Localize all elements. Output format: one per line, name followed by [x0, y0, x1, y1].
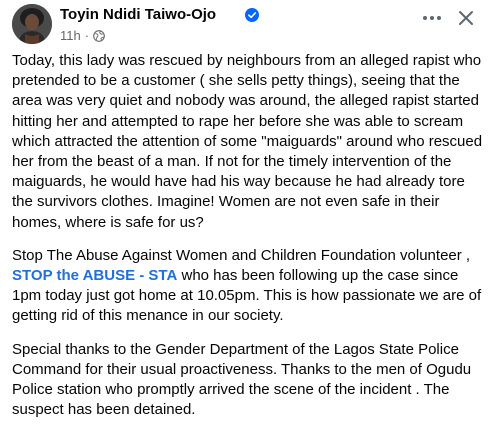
avatar-image — [12, 4, 52, 44]
verified-badge-icon — [245, 8, 259, 22]
globe-icon[interactable] — [93, 29, 105, 42]
post-paragraph: Special thanks to the Gender Department … — [12, 340, 472, 419]
meta-separator: · — [84, 28, 90, 43]
author-name[interactable]: Toyin Ndidi Taiwo-Ojo — [60, 6, 216, 23]
post-paragraph: Today, this lady was rescued by neighbou… — [12, 52, 483, 231]
post-meta: 11h · — [60, 28, 105, 43]
post-paragraph: Stop The Abuse Against Women and Childre… — [12, 246, 488, 327]
page-mention-link[interactable]: STOP the ABUSE - STA — [12, 267, 177, 284]
post-body: Today, this lady was rescued by neighbou… — [12, 51, 488, 433]
more-options-button[interactable] — [418, 4, 446, 32]
avatar[interactable] — [12, 4, 52, 44]
more-options-icon — [423, 16, 441, 20]
facebook-post: Toyin Ndidi Taiwo-Ojo 11h · Today, this … — [0, 0, 496, 421]
close-button[interactable] — [452, 4, 480, 32]
paragraph-text: Stop The Abuse Against Women and Childre… — [12, 246, 471, 264]
post-timestamp[interactable]: 11h — [60, 28, 81, 43]
close-icon — [459, 11, 473, 25]
